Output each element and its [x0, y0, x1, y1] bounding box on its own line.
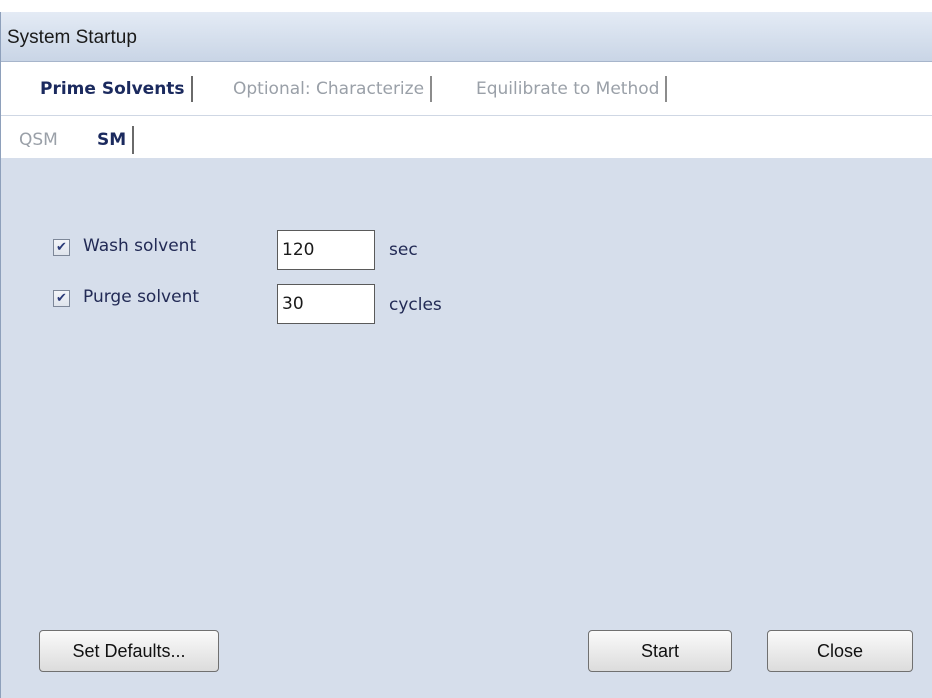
- tab-label: SM: [97, 130, 127, 150]
- window-title: System Startup: [7, 27, 137, 48]
- wash-solvent-time-input[interactable]: [277, 230, 375, 270]
- wash-solvent-unit: sec: [389, 240, 418, 260]
- title-bar: System Startup: [1, 12, 932, 62]
- tab-prime-solvents[interactable]: Prime Solvents: [40, 76, 193, 102]
- tab-equilibrate-to-method[interactable]: Equilibrate to Method: [476, 76, 668, 102]
- tab-qsm[interactable]: QSM: [19, 126, 58, 154]
- wash-solvent-checkbox[interactable]: ✔: [53, 239, 70, 256]
- tab-label: QSM: [19, 130, 58, 150]
- tab-optional-characterize[interactable]: Optional: Characterize: [233, 76, 433, 102]
- tab-sm[interactable]: SM: [97, 126, 135, 154]
- close-button[interactable]: Close: [767, 630, 913, 672]
- tab-label: Equilibrate to Method: [476, 79, 660, 99]
- purge-solvent-cycles-input[interactable]: [277, 284, 375, 324]
- purge-solvent-checkbox[interactable]: ✔: [53, 290, 70, 307]
- top-strip: [0, 0, 932, 12]
- purge-solvent-label: Purge solvent: [83, 287, 200, 307]
- system-startup-dialog: System Startup Prime Solvents Optional: …: [0, 12, 932, 698]
- tab-label: Prime Solvents: [40, 79, 185, 99]
- set-defaults-button[interactable]: Set Defaults...: [39, 630, 219, 672]
- main-tab-strip: Prime Solvents Optional: Characterize Eq…: [1, 62, 932, 116]
- tab-label: Optional: Characterize: [233, 79, 425, 99]
- start-button[interactable]: Start: [588, 630, 732, 672]
- wash-solvent-label: Wash solvent: [83, 236, 197, 256]
- purge-solvent-unit: cycles: [389, 295, 442, 315]
- sub-tab-strip: QSM SM: [1, 116, 932, 158]
